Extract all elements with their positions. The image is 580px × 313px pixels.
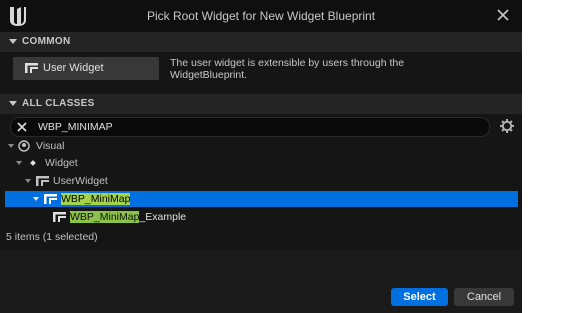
tree-item-widget[interactable]: Widget [0, 155, 522, 171]
title-bar: Pick Root Widget for New Widget Blueprin… [0, 0, 522, 32]
widget-icon [25, 63, 38, 73]
widget-icon [44, 194, 57, 204]
tree-item-label-rest: _Example [139, 211, 187, 223]
cancel-button[interactable]: Cancel [454, 288, 514, 306]
expand-arrow-icon[interactable] [33, 197, 39, 201]
select-button[interactable]: Select [391, 288, 448, 306]
search-match-highlight: WBP_MiniMap [70, 211, 140, 223]
collapse-arrow-icon [9, 101, 17, 106]
widget-class-icon [30, 160, 36, 166]
all-classes-section-header[interactable]: ALL CLASSES [0, 94, 522, 114]
pick-root-widget-dialog: Pick Root Widget for New Widget Blueprin… [0, 0, 522, 313]
close-icon[interactable] [494, 6, 512, 24]
settings-gear-icon[interactable] [499, 118, 515, 134]
widget-icon [36, 176, 49, 186]
tree-item-label: UserWidget [53, 175, 108, 187]
user-widget-button[interactable]: User Widget [13, 57, 159, 80]
tree-item-wbp-minimap[interactable]: WBP_MiniMap [5, 191, 518, 207]
user-widget-description: The user widget is extensible by users t… [170, 57, 405, 81]
user-widget-label: User Widget [43, 62, 104, 74]
search-match-highlight: WBP_MiniMap [61, 193, 131, 205]
tree-item-wbp-minimap-example[interactable]: WBP_MiniMap_Example [0, 209, 522, 225]
tree-item-label: WBP_MiniMap_Example [70, 211, 186, 223]
class-search-input[interactable]: WBP_MINIMAP [10, 117, 490, 137]
expand-arrow-icon[interactable] [25, 179, 31, 183]
visual-class-icon [18, 140, 30, 152]
tree-item-visual[interactable]: Visual [0, 138, 522, 154]
expand-arrow-icon[interactable] [8, 144, 14, 148]
common-header-label: COMMON [22, 36, 71, 47]
widget-icon [53, 212, 66, 222]
all-classes-header-label: ALL CLASSES [22, 98, 95, 109]
window-title: Pick Root Widget for New Widget Blueprin… [146, 9, 376, 23]
expand-arrow-icon[interactable] [16, 161, 22, 165]
collapse-arrow-icon [9, 39, 17, 44]
tree-item-label: Visual [36, 140, 65, 152]
common-section-header[interactable]: COMMON [0, 32, 522, 52]
tree-item-userwidget[interactable]: UserWidget [0, 173, 522, 189]
item-count-status: 5 items (1 selected) [6, 231, 98, 243]
search-value[interactable]: WBP_MINIMAP [38, 121, 113, 133]
tree-item-label: Widget [45, 157, 78, 169]
clear-search-icon[interactable] [15, 120, 29, 134]
tree-item-label: WBP_MiniMap [61, 193, 131, 205]
